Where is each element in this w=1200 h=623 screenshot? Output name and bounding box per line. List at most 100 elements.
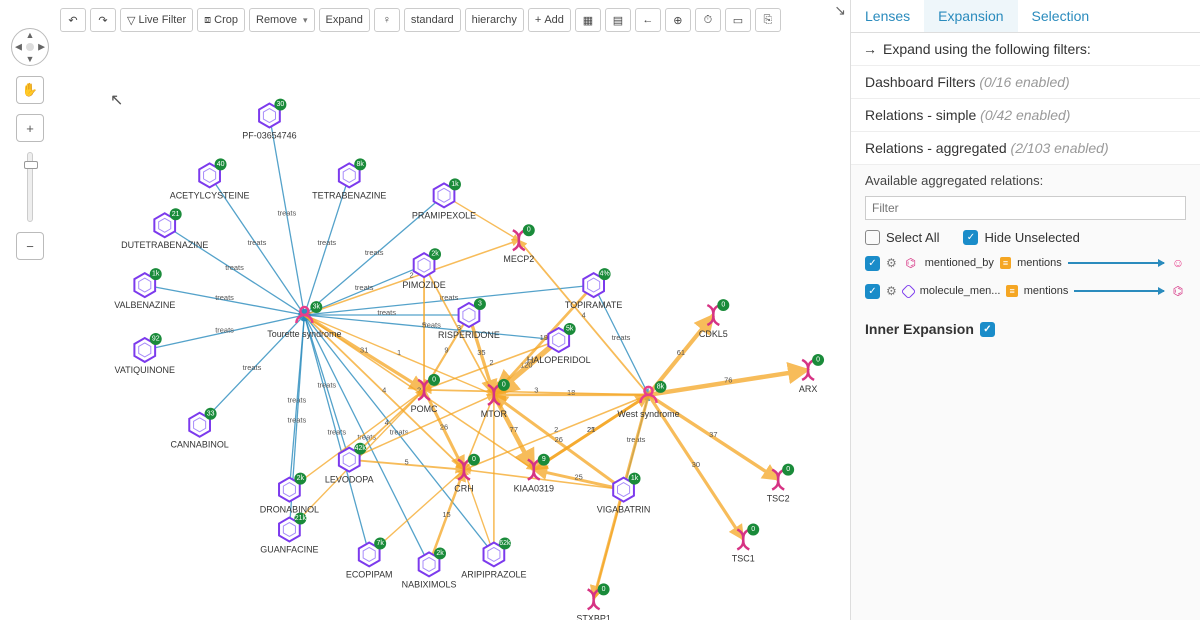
svg-text:PF-03654746: PF-03654746 <box>242 130 296 140</box>
expand-button[interactable]: Expand <box>319 8 370 32</box>
svg-text:4: 4 <box>582 311 586 320</box>
svg-text:0: 0 <box>602 586 606 593</box>
export-icon[interactable]: ⎘ <box>755 8 781 32</box>
layout-icon[interactable]: ▤ <box>605 8 631 32</box>
svg-text:1: 1 <box>397 348 401 357</box>
svg-text:0: 0 <box>816 356 820 363</box>
svg-text:40: 40 <box>217 161 225 168</box>
hide-unselected-checkbox[interactable]: ✓ <box>963 230 978 245</box>
svg-text:42k: 42k <box>355 445 367 452</box>
molecule-node[interactable]: 2kPIMOZIDE <box>402 248 445 290</box>
filter-relations-simple[interactable]: Relations - simple (0/42 enabled) <box>851 99 1200 132</box>
svg-text:1k: 1k <box>451 181 459 188</box>
crop-button[interactable]: ⧈ Crop <box>197 8 245 32</box>
save-icon[interactable]: ▦ <box>575 8 601 32</box>
gear-icon[interactable]: ⚙ <box>886 284 897 298</box>
tab-lenses[interactable]: Lenses <box>851 0 924 32</box>
relation-filter-input[interactable] <box>865 196 1186 220</box>
molecule-node[interactable]: 7kECOPIPAM <box>346 537 393 579</box>
inner-expansion-toggle[interactable]: Inner Expansion ✓ <box>851 305 1200 353</box>
svg-text:21: 21 <box>172 211 180 218</box>
svg-text:treats: treats <box>278 208 297 217</box>
svg-text:4%: 4% <box>600 271 610 278</box>
add-button[interactable]: + Add <box>528 8 571 32</box>
back-icon[interactable]: ← <box>635 8 661 32</box>
molecule-node[interactable]: 21k GUANFACINE <box>260 513 318 555</box>
svg-text:5: 5 <box>405 458 409 467</box>
pan-wheel[interactable]: ▲▼▶◀ <box>11 28 49 66</box>
molecule-icon <box>900 283 916 299</box>
disease-icon: ☺ <box>1170 255 1186 271</box>
zoom-pan-controls: ▲▼▶◀ ✋ + − <box>10 28 50 260</box>
gene-node[interactable]: 0POMC <box>411 374 440 414</box>
svg-text:8k: 8k <box>357 161 365 168</box>
svg-text:ARIPIPRAZOLE: ARIPIPRAZOLE <box>461 569 526 579</box>
molecule-node[interactable]: 1kPRAMIPEXOLE <box>412 178 476 220</box>
layout-hierarchy-button[interactable]: hierarchy <box>465 8 524 32</box>
folder-icon[interactable]: ▭ <box>725 8 751 32</box>
molecule-node[interactable]: 2kDRONABINOL <box>260 473 319 515</box>
svg-text:62k: 62k <box>499 540 511 547</box>
zoom-slider[interactable] <box>27 152 33 222</box>
molecule-node[interactable]: 33CANNABINOL <box>170 408 228 450</box>
svg-text:21k: 21k <box>295 515 307 522</box>
inner-expansion-checkbox[interactable]: ✓ <box>980 322 995 337</box>
filter-dashboard[interactable]: Dashboard Filters (0/16 enabled) <box>851 66 1200 99</box>
right-panel: Lenses Expansion Selection → Expand usin… <box>850 0 1200 620</box>
bulb-button[interactable]: ♀ <box>374 8 400 32</box>
collapse-panel-icon[interactable]: ↘ <box>834 2 846 19</box>
molecule-node[interactable]: 8kTETRABENAZINE <box>312 158 386 200</box>
gear-icon[interactable]: ⚙ <box>886 256 897 270</box>
svg-text:treats: treats <box>288 395 307 404</box>
time-icon[interactable]: ⏱ <box>695 8 721 32</box>
svg-text:treats: treats <box>243 363 262 372</box>
svg-text:ACETYLCYSTEINE: ACETYLCYSTEINE <box>170 190 250 200</box>
layout-standard-button[interactable]: standard <box>404 8 461 32</box>
gene-node[interactable]: 0TSC2 <box>767 464 794 504</box>
zoom-in-button[interactable]: + <box>16 114 44 142</box>
hand-tool-button[interactable]: ✋ <box>16 76 44 104</box>
svg-text:15: 15 <box>442 510 450 519</box>
relation-row-1[interactable]: ✓ ⚙ molecule_men... ≡ mentions ⌬ <box>865 283 1186 299</box>
graph-canvas[interactable]: treatstreatstreatstreatstreatstreatstrea… <box>50 40 848 620</box>
gene-node[interactable]: 0CDKL5 <box>699 299 729 339</box>
molecule-node[interactable]: 2kNABIXIMOLS <box>402 547 457 589</box>
relation-checkbox[interactable]: ✓ <box>865 284 880 299</box>
molecule-node[interactable]: 5kHALOPERIDOL <box>527 323 591 365</box>
svg-text:8k: 8k <box>657 383 665 390</box>
relation-row-0[interactable]: ✓ ⚙ ⌬ mentioned_by ≡ mentions ☺ <box>865 255 1186 271</box>
molecule-node[interactable]: 3RISPERIDONE <box>438 298 500 340</box>
svg-text:33: 33 <box>207 410 215 417</box>
undo-button[interactable]: ↶ <box>60 8 86 32</box>
relation-checkbox[interactable]: ✓ <box>865 256 880 271</box>
svg-text:TSC2: TSC2 <box>767 494 790 504</box>
gene-node[interactable]: 0ARX <box>799 354 824 394</box>
molecule-node[interactable]: 4% TOPIRAMATE <box>565 268 622 310</box>
molecule-node[interactable]: 21DUTETRABENAZINE <box>121 208 208 250</box>
molecule-node[interactable]: 1kVIGABATRIN <box>597 473 651 515</box>
molecule-node[interactable]: 62k ARIPIPRAZOLE <box>461 537 526 579</box>
redo-button[interactable]: ↷ <box>90 8 116 32</box>
gene-node[interactable]: 0STXBP1 <box>576 583 610 620</box>
select-all-checkbox[interactable] <box>865 230 880 245</box>
molecule-node[interactable]: 30PF-03654746 <box>242 99 296 141</box>
zoom-out-button[interactable]: − <box>16 232 44 260</box>
molecule-node[interactable]: 92VATIQUINONE <box>115 333 175 375</box>
svg-text:VALBENAZINE: VALBENAZINE <box>114 300 175 310</box>
filter-relations-aggregated[interactable]: Relations - aggregated (2/103 enabled) <box>851 132 1200 165</box>
svg-text:TSC1: TSC1 <box>732 553 755 563</box>
gene-node[interactable]: 0CRH <box>454 454 480 494</box>
svg-text:3: 3 <box>534 385 538 394</box>
molecule-node[interactable]: 40 ACETYLCYSTEINE <box>170 158 250 200</box>
tab-expansion[interactable]: Expansion <box>924 0 1017 32</box>
live-filter-button[interactable]: ▽ Live Filter <box>120 8 193 32</box>
globe-icon[interactable]: ⊕ <box>665 8 691 32</box>
tab-selection[interactable]: Selection <box>1018 0 1104 32</box>
svg-text:0: 0 <box>721 302 725 309</box>
svg-text:TOPIRAMATE: TOPIRAMATE <box>565 300 622 310</box>
svg-text:treats: treats <box>215 325 234 334</box>
svg-text:1k: 1k <box>631 475 639 482</box>
svg-text:GUANFACINE: GUANFACINE <box>260 544 318 554</box>
remove-button[interactable]: Remove <box>249 8 315 32</box>
expand-arrow-icon: → <box>863 41 877 57</box>
